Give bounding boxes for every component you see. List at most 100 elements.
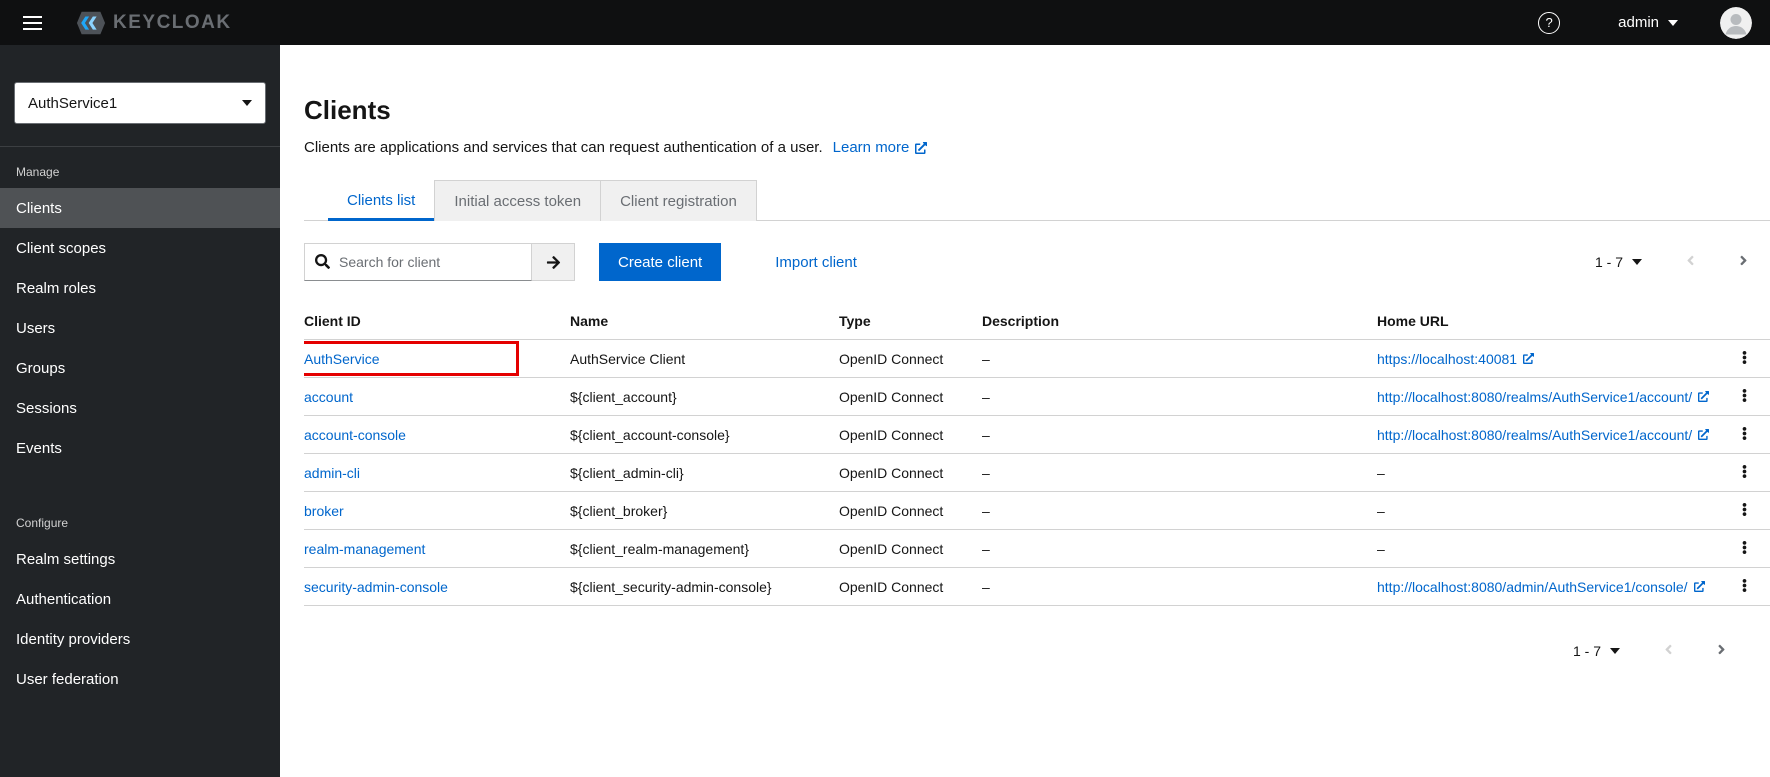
home-url-link[interactable]: https://localhost:40081 [1377, 351, 1534, 367]
arrow-right-icon [546, 255, 561, 270]
realm-selector[interactable]: AuthService1 [14, 82, 266, 124]
pagination-prev-button[interactable] [1678, 247, 1703, 277]
sidebar-item-realm-roles[interactable]: Realm roles [0, 268, 280, 308]
table-row: realm-management ${client_realm-manageme… [304, 529, 1770, 568]
row-kebab-menu[interactable] [1732, 384, 1757, 410]
chevron-left-icon [1664, 642, 1673, 657]
row-kebab-menu[interactable] [1732, 536, 1757, 562]
learn-more-label: Learn more [832, 139, 910, 156]
table-row: account-console ${client_account-console… [304, 415, 1770, 454]
client-id-link[interactable]: account [304, 389, 353, 405]
sidebar-item-authentication[interactable]: Authentication [0, 579, 280, 619]
sidebar-item-realm-settings[interactable]: Realm settings [0, 539, 280, 579]
pagination-range: 1 - 7 [1572, 643, 1601, 659]
import-client-link[interactable]: Import client [775, 254, 857, 271]
table-row: AuthService AuthService Client OpenID Co… [304, 339, 1770, 378]
pagination-prev-button[interactable] [1656, 636, 1681, 666]
sidebar-item-clients[interactable]: Clients [0, 188, 280, 228]
table-row: admin-cli ${client_admin-cli} OpenID Con… [304, 453, 1770, 492]
row-kebab-menu[interactable] [1732, 460, 1757, 486]
client-id-link[interactable]: AuthService [304, 351, 379, 367]
client-name: ${client_realm-management} [570, 529, 839, 568]
client-description: – [982, 491, 1377, 530]
client-name: ${client_account-console} [570, 415, 839, 454]
tab-clients-list[interactable]: Clients list [328, 180, 435, 221]
tab-initial-access-token[interactable]: Initial access token [434, 180, 602, 221]
client-name: ${client_account} [570, 377, 839, 416]
client-name: AuthService Client [570, 339, 839, 378]
search-icon [315, 254, 330, 269]
client-name: ${client_broker} [570, 491, 839, 530]
client-name: ${client_admin-cli} [570, 453, 839, 492]
client-id-link[interactable]: realm-management [304, 541, 425, 557]
learn-more-link[interactable]: Learn more [833, 139, 928, 156]
sidebar: AuthService1 Manage Clients Client scope… [0, 45, 280, 777]
chevron-right-icon [1717, 642, 1726, 657]
home-url-text: http://localhost:8080/admin/AuthService1… [1377, 578, 1688, 595]
kebab-icon [1742, 350, 1747, 365]
search-submit-button[interactable] [532, 243, 575, 281]
user-menu-dropdown[interactable]: admin [1618, 14, 1678, 31]
help-icon[interactable]: ? [1538, 11, 1561, 34]
page-title: Clients [304, 95, 391, 125]
sidebar-item-identity-providers[interactable]: Identity providers [0, 619, 280, 659]
home-url-link[interactable]: http://localhost:8080/realms/AuthService… [1377, 427, 1709, 443]
home-url-empty: – [1377, 453, 1718, 492]
pagination-next-button[interactable] [1709, 636, 1734, 666]
row-kebab-menu[interactable] [1732, 498, 1757, 524]
external-link-icon [1694, 581, 1705, 592]
chevron-down-icon [1632, 259, 1642, 265]
clients-table: Client ID Name Type Description Home URL… [304, 303, 1770, 606]
home-url-link[interactable]: http://localhost:8080/admin/AuthService1… [1377, 579, 1705, 595]
pagination-next-button[interactable] [1731, 247, 1756, 277]
search-input[interactable] [304, 243, 532, 281]
masthead: KEYCLOAK ? admin [0, 0, 1770, 45]
sidebar-item-sessions[interactable]: Sessions [0, 388, 280, 428]
nav-section-title: Configure [16, 516, 69, 530]
sidebar-item-client-scopes[interactable]: Client scopes [0, 228, 280, 268]
external-link-icon [1698, 429, 1709, 440]
keycloak-logo: KEYCLOAK [76, 8, 232, 38]
client-id-link[interactable]: security-admin-console [304, 579, 448, 595]
pagination-range-dropdown[interactable]: 1 - 7 [1565, 639, 1628, 663]
page-description: Clients are applications and services th… [304, 139, 823, 156]
home-url-text: http://localhost:8080/realms/AuthService… [1377, 388, 1693, 405]
create-client-button[interactable]: Create client [599, 243, 722, 281]
client-type: OpenID Connect [839, 377, 982, 416]
home-url-link[interactable]: http://localhost:8080/realms/AuthService… [1377, 389, 1709, 405]
nav-section-manage: Manage Clients Client scopes Realm roles… [0, 165, 280, 468]
avatar[interactable] [1720, 6, 1752, 39]
client-id-link[interactable]: admin-cli [304, 465, 360, 481]
row-kebab-menu[interactable] [1732, 574, 1757, 600]
row-kebab-menu[interactable] [1732, 422, 1757, 448]
pagination-range-dropdown[interactable]: 1 - 7 [1587, 250, 1650, 274]
external-link-icon [915, 142, 927, 154]
chevron-down-icon [1610, 648, 1620, 654]
external-link-icon [1523, 353, 1534, 364]
tab-client-registration[interactable]: Client registration [601, 180, 757, 221]
client-id-link[interactable]: broker [304, 503, 344, 519]
tabs-bar: Clients list Initial access token Client… [304, 180, 1770, 221]
sidebar-item-user-federation[interactable]: User federation [0, 659, 280, 699]
masthead-right: ? admin [1538, 6, 1752, 39]
row-kebab-menu[interactable] [1732, 346, 1757, 372]
column-home-url: Home URL [1377, 303, 1718, 340]
column-client-id: Client ID [304, 303, 570, 340]
username: admin [1618, 14, 1659, 31]
sidebar-item-users[interactable]: Users [0, 308, 280, 348]
client-type: OpenID Connect [839, 339, 982, 378]
toolbar: Create client Import client 1 - 7 [304, 243, 1770, 281]
client-type: OpenID Connect [839, 453, 982, 492]
nav-section-title: Manage [16, 165, 60, 179]
hamburger-icon [22, 15, 42, 30]
chevron-left-icon [1686, 253, 1695, 268]
main-content: Clients Clients are applications and ser… [280, 45, 1770, 777]
sidebar-item-groups[interactable]: Groups [0, 348, 280, 388]
chevron-right-icon [1739, 253, 1748, 268]
sidebar-item-events[interactable]: Events [0, 428, 280, 468]
home-url-empty: – [1377, 529, 1718, 568]
client-type: OpenID Connect [839, 491, 982, 530]
client-id-link[interactable]: account-console [304, 427, 406, 443]
external-link-icon [1698, 391, 1709, 402]
nav-toggle-button[interactable] [14, 5, 50, 41]
